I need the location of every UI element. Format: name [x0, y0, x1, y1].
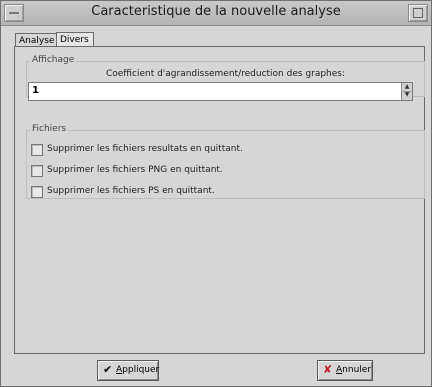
- title-bar[interactable]: Caracteristique de la nouvelle analyse: [1, 1, 431, 26]
- delete-png-checkbox[interactable]: [31, 165, 43, 177]
- fichiers-group-title: Fichiers: [30, 124, 69, 134]
- cancel-button-label: Annuler: [336, 365, 371, 375]
- apply-button[interactable]: ✔ Appliquer: [97, 360, 159, 381]
- apply-button-label: Appliquer: [116, 365, 159, 375]
- coefficient-value[interactable]: 1: [32, 85, 39, 96]
- cancel-button[interactable]: ✘ Annuler: [317, 360, 373, 381]
- coefficient-label: Coefficient d'agrandissement/reduction d…: [105, 69, 346, 79]
- tab-analyse[interactable]: Analyse: [15, 33, 61, 47]
- cancel-label-rest: nnuler: [342, 365, 372, 375]
- checkmark-icon: ✔: [103, 363, 113, 376]
- delete-results-label[interactable]: Supprimer les fichiers resultats en quit…: [47, 144, 243, 154]
- spinner-buttons: ▲ ▼: [401, 83, 412, 100]
- delete-ps-label[interactable]: Supprimer les fichiers PS en quittant.: [47, 186, 215, 196]
- delete-results-checkbox[interactable]: [31, 144, 43, 156]
- tab-divers[interactable]: Divers: [56, 32, 94, 47]
- dialog-window: Caracteristique de la nouvelle analyse A…: [0, 0, 432, 387]
- window-title: Caracteristique de la nouvelle analyse: [91, 4, 341, 19]
- affichage-group-title: Affichage: [30, 55, 77, 65]
- apply-label-rest: ppliquer: [122, 365, 160, 375]
- delete-png-label[interactable]: Supprimer les fichiers PNG en quittant.: [47, 165, 223, 175]
- cross-icon: ✘: [323, 363, 333, 376]
- spinner-down-button[interactable]: ▼: [402, 91, 412, 99]
- coefficient-spinner[interactable]: 1 ▲ ▼: [28, 82, 413, 101]
- tab-panel-divers: Affichage Coefficient d'agrandissement/r…: [14, 46, 425, 354]
- maximize-icon: [413, 8, 423, 18]
- delete-ps-checkbox[interactable]: [31, 186, 43, 198]
- maximize-button[interactable]: [408, 4, 428, 22]
